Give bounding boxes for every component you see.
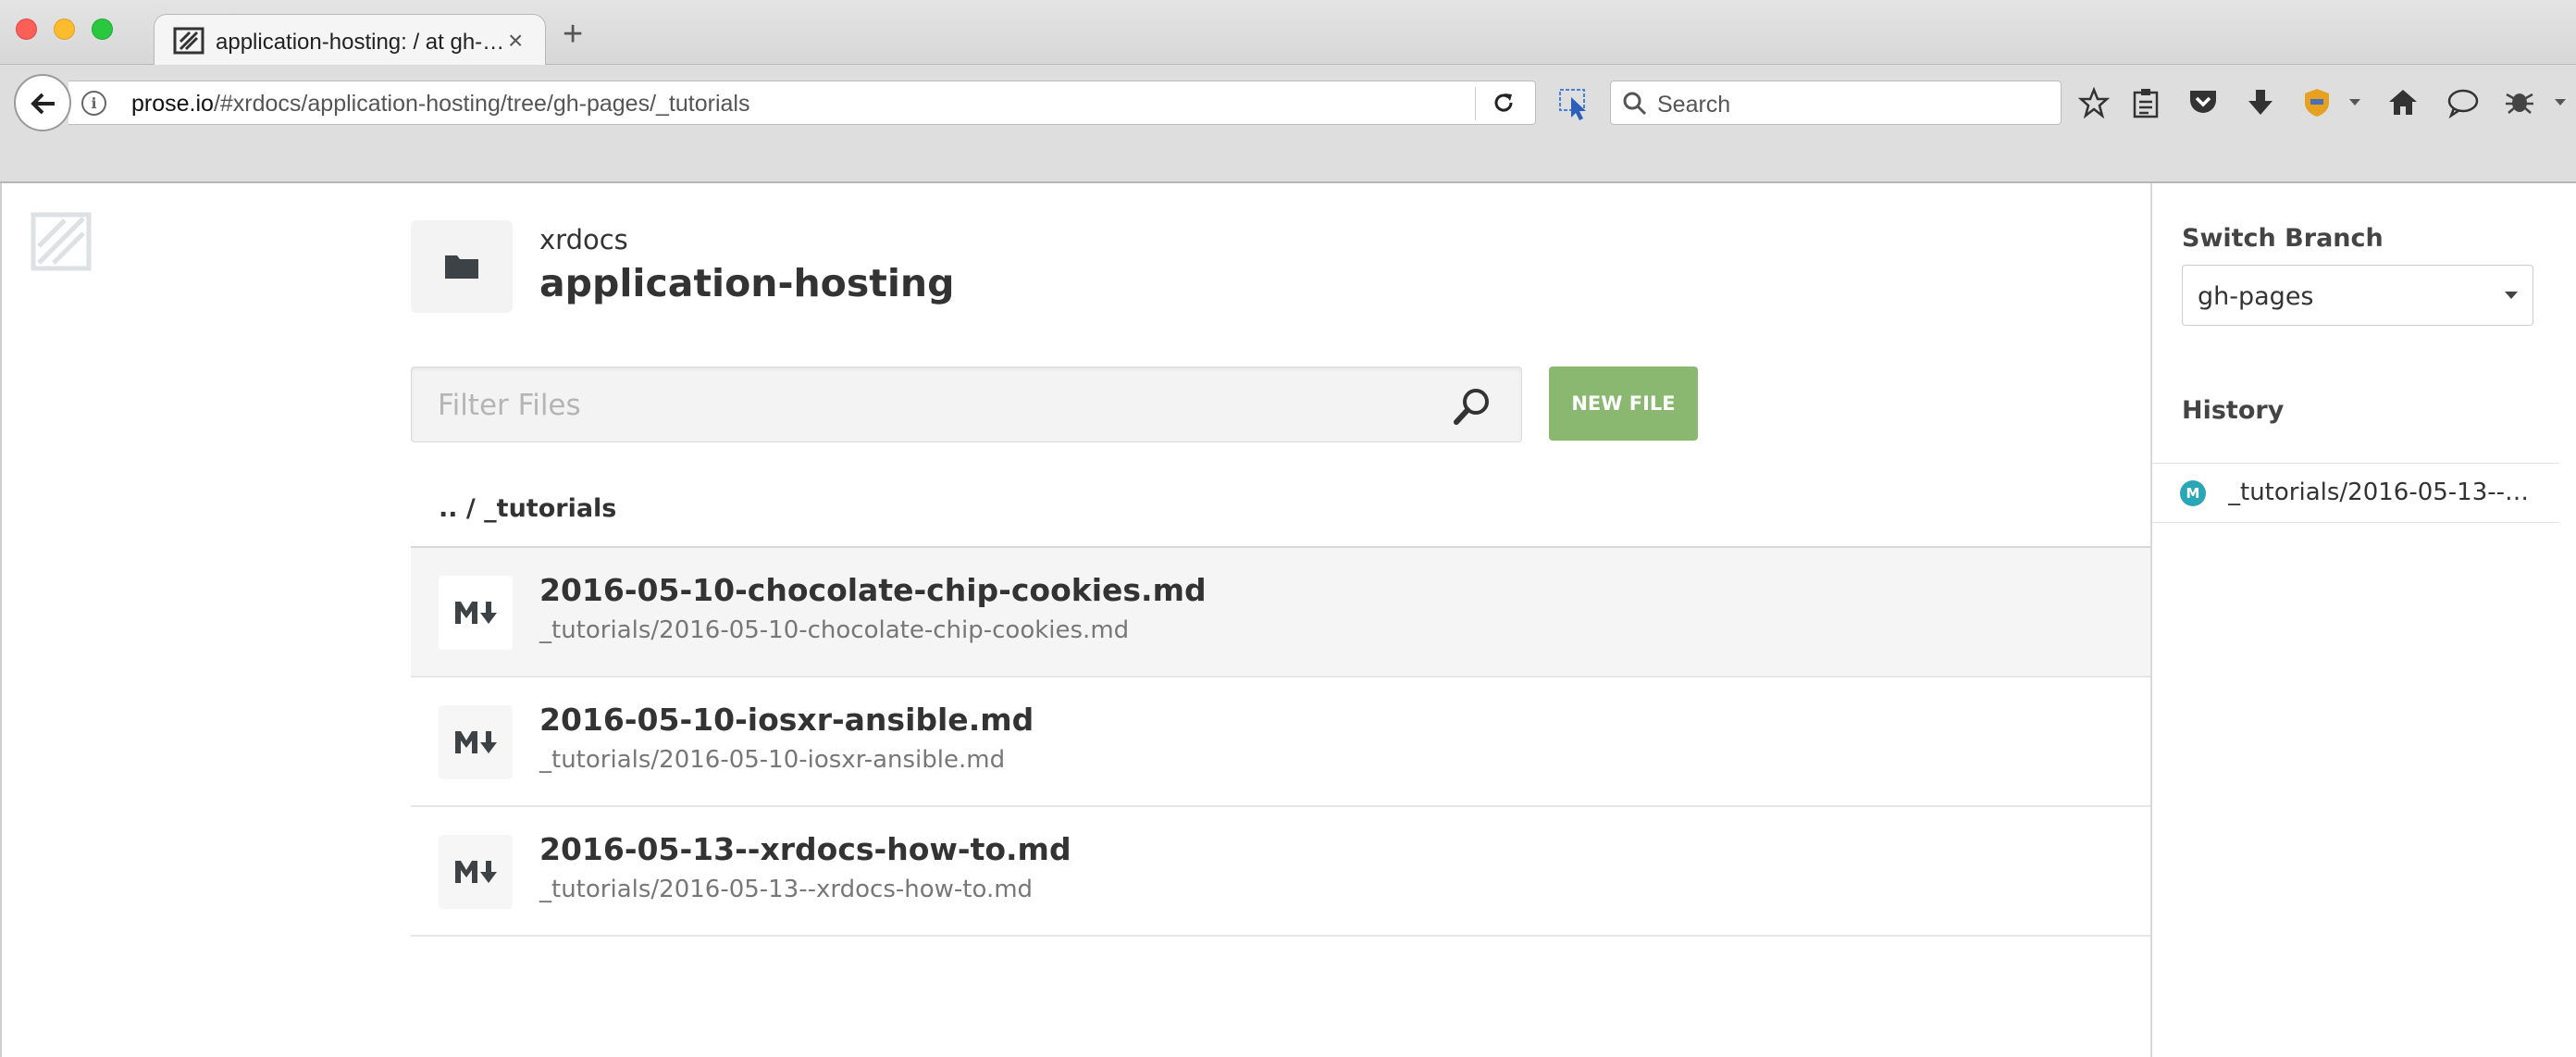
repo-owner[interactable]: xrdocs: [539, 224, 628, 255]
tab-bar: application-hosting: / at gh-… × +: [0, 0, 2576, 66]
tab-title: application-hosting: / at gh-…: [216, 30, 505, 55]
url-bar[interactable]: i prose.io/#xrdocs/application-hosting/t…: [68, 81, 1536, 125]
file-path: _tutorials/2016-05-10-iosxr-ansible.md: [539, 746, 1006, 774]
file-row[interactable]: 2016-05-13--xrdocs-how-to.md _tutorials/…: [411, 807, 2150, 937]
bookmark-star-icon[interactable]: [2078, 87, 2110, 118]
new-file-button[interactable]: NEW FILE: [1549, 367, 1698, 441]
chat-bubble-icon[interactable]: [2446, 87, 2480, 118]
folder-icon: [445, 255, 478, 279]
filter-search-icon[interactable]: [1452, 386, 1492, 427]
switch-branch-title: Switch Branch: [2182, 224, 2384, 253]
reading-list-icon[interactable]: [2132, 87, 2160, 118]
file-name: 2016-05-10-chocolate-chip-cookies.md: [539, 572, 1207, 608]
back-arrow-icon: [31, 93, 55, 115]
branch-value: gh-pages: [2198, 282, 2314, 311]
shield-extension-icon[interactable]: [2302, 87, 2332, 118]
prose-page: xrdocs application-hosting NEW FILE .. /…: [0, 183, 2576, 1057]
prose-logo-icon[interactable]: [30, 209, 93, 274]
url-path: /#xrdocs/application-hosting/tree/gh-pag…: [213, 91, 750, 117]
close-window-button[interactable]: [16, 19, 37, 40]
new-tab-button[interactable]: +: [563, 17, 583, 52]
repo-icon: [411, 220, 513, 313]
bug-extension-icon[interactable]: [2504, 87, 2535, 117]
zoom-window-button[interactable]: [92, 19, 113, 40]
file-path: _tutorials/2016-05-10-chocolate-chip-coo…: [539, 616, 1130, 644]
search-bar[interactable]: Search: [1610, 81, 2062, 125]
markdown-icon: [439, 576, 513, 650]
reload-icon[interactable]: [1490, 89, 1517, 117]
navigation-bar: i prose.io/#xrdocs/application-hosting/t…: [0, 65, 2576, 183]
filter-files: [411, 367, 1522, 442]
pocket-icon[interactable]: [2187, 87, 2219, 117]
caret-down-icon: [2505, 292, 2518, 299]
branch-select[interactable]: gh-pages: [2182, 265, 2533, 326]
breadcrumb[interactable]: .. / _tutorials: [439, 494, 616, 523]
history-item-path: _tutorials/2016-05-13--xrdocs-how-to.md: [2228, 479, 2543, 506]
file-row[interactable]: 2016-05-10-iosxr-ansible.md _tutorials/2…: [411, 678, 2150, 807]
overflow-chevron-icon[interactable]: [2554, 98, 2567, 107]
filter-files-input[interactable]: [438, 388, 1437, 423]
file-name: 2016-05-13--xrdocs-how-to.md: [539, 831, 1071, 867]
minimize-window-button[interactable]: [54, 19, 75, 40]
search-icon: [1623, 92, 1647, 116]
sidebar: Switch Branch gh-pages History M _tutori…: [2150, 183, 2576, 1057]
markdown-icon: [439, 705, 513, 779]
search-placeholder: Search: [1657, 92, 1731, 118]
download-icon[interactable]: [2247, 87, 2274, 118]
repo-name[interactable]: application-hosting: [539, 261, 954, 305]
tab-close-icon[interactable]: ×: [508, 26, 523, 56]
markdown-icon: [439, 835, 513, 909]
history-item[interactable]: M _tutorials/2016-05-13--xrdocs-how-to.m…: [2152, 464, 2559, 523]
url-host: prose.io: [131, 91, 214, 117]
dropdown-chevron-icon[interactable]: [2348, 98, 2361, 107]
file-name: 2016-05-10-iosxr-ansible.md: [539, 702, 1034, 738]
url-text[interactable]: prose.io/#xrdocs/application-hosting/tre…: [131, 91, 749, 118]
history-title: History: [2182, 396, 2285, 425]
site-info-icon[interactable]: i: [81, 91, 106, 116]
modified-badge-icon: M: [2180, 480, 2206, 506]
file-path: _tutorials/2016-05-13--xrdocs-how-to.md: [539, 876, 1034, 903]
url-separator: [1475, 87, 1476, 120]
back-button[interactable]: [14, 74, 71, 131]
file-row[interactable]: 2016-05-10-chocolate-chip-cookies.md _tu…: [411, 548, 2150, 678]
cursor-extension-icon[interactable]: [1558, 88, 1591, 121]
home-icon[interactable]: [2387, 87, 2419, 117]
active-tab[interactable]: application-hosting: / at gh-… ×: [154, 14, 546, 66]
prose-favicon-icon: [173, 27, 204, 55]
